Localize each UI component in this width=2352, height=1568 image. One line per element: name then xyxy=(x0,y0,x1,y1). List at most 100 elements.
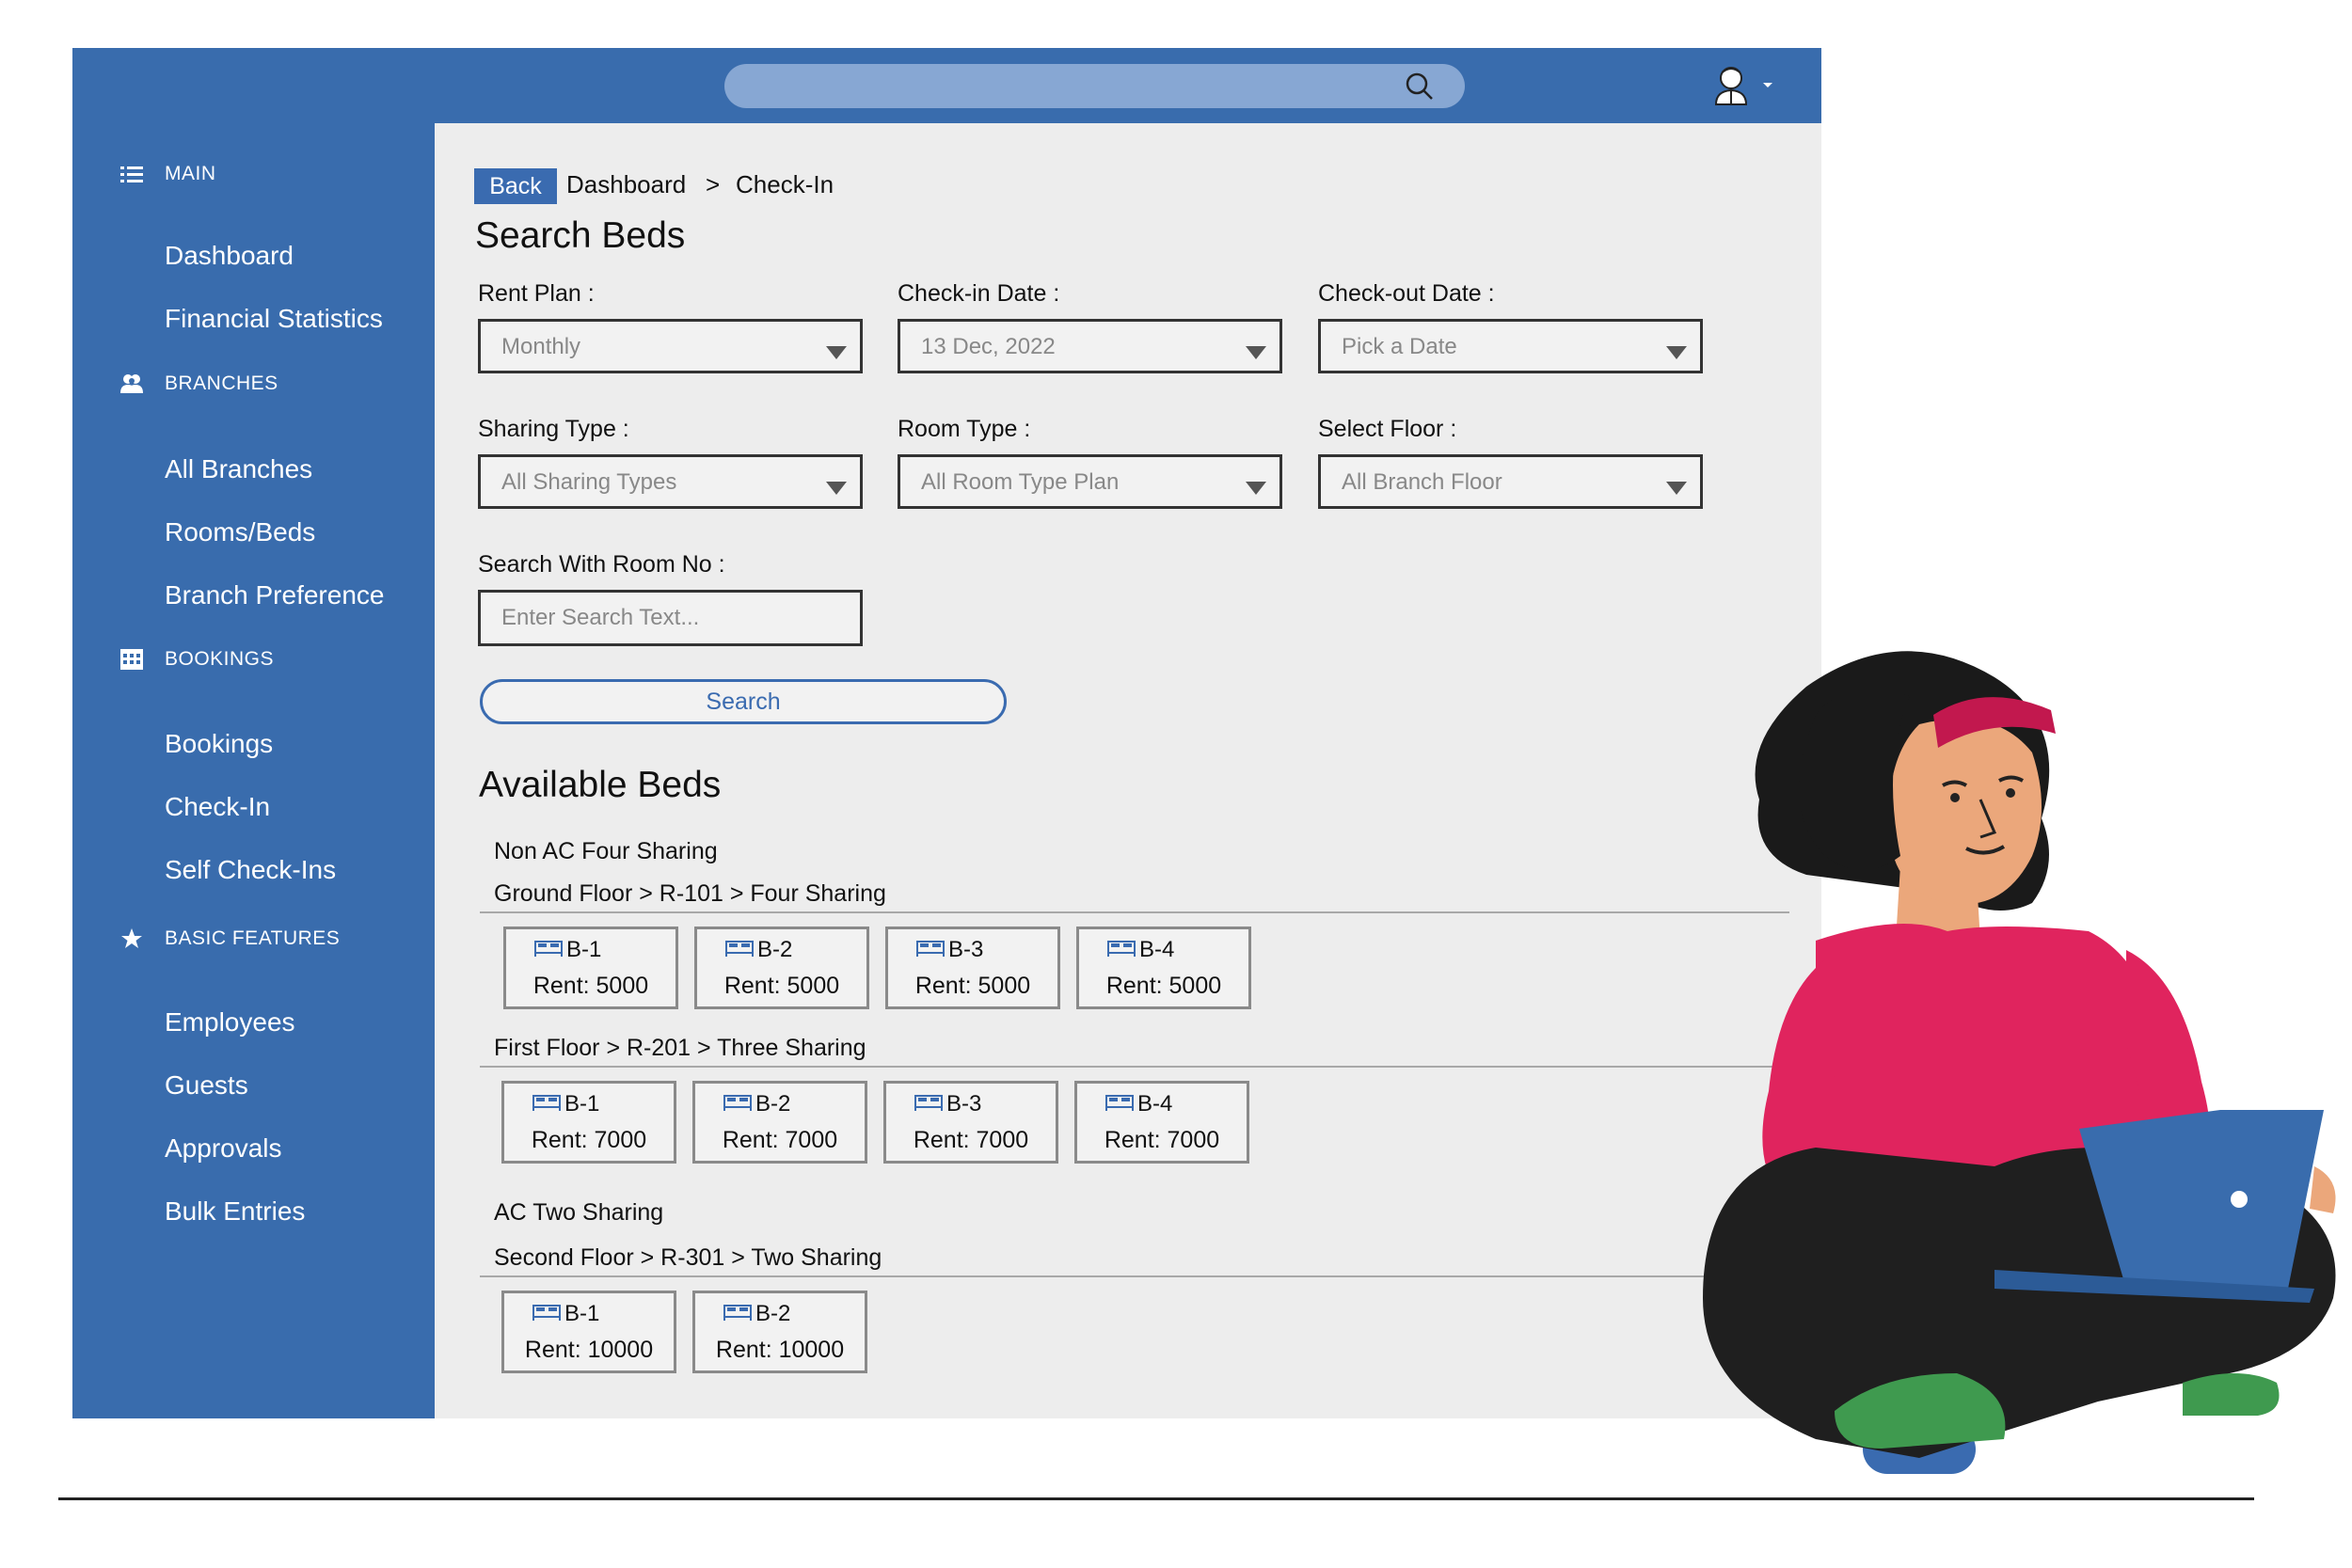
select-floor-label: Select Floor : xyxy=(1318,416,1457,442)
dropdown-arrow-icon xyxy=(1246,346,1266,359)
room-type-select[interactable]: All Room Type Plan xyxy=(898,454,1282,509)
checkout-date-select[interactable]: Pick a Date xyxy=(1318,319,1703,373)
select-floor-select[interactable]: All Branch Floor xyxy=(1318,454,1703,509)
dropdown-arrow-icon xyxy=(1666,482,1687,495)
dropdown-arrow-icon xyxy=(1246,482,1266,495)
page-title: Search Beds xyxy=(475,215,686,256)
sidebar-item-rooms-beds[interactable]: Rooms/Beds xyxy=(165,517,315,547)
sidebar-section-branches: BRANCHES xyxy=(119,372,278,396)
bed-card[interactable]: B-3 Rent: 7000 xyxy=(883,1081,1058,1164)
bed-card[interactable]: B-3 Rent: 5000 xyxy=(885,927,1060,1009)
sidebar-section-title: BOOKINGS xyxy=(165,648,275,670)
bed-name: B-1 xyxy=(564,1301,600,1326)
sidebar-item-self-check-ins[interactable]: Self Check-Ins xyxy=(165,855,336,885)
bed-card[interactable]: B-2 Rent: 7000 xyxy=(692,1081,867,1164)
sidebar-item-branch-preference[interactable]: Branch Preference xyxy=(165,580,384,610)
sidebar-section-main: MAIN xyxy=(119,162,216,186)
checkin-date-label: Check-in Date : xyxy=(898,280,1060,307)
available-beds-title: Available Beds xyxy=(479,765,722,805)
bed-name: B-2 xyxy=(757,937,793,962)
bed-card[interactable]: B-1 Rent: 5000 xyxy=(503,927,678,1009)
bed-rent: Rent: 7000 xyxy=(1104,1127,1220,1153)
sidebar-item-approvals[interactable]: Approvals xyxy=(165,1133,282,1164)
checkin-date-value: 13 Dec, 2022 xyxy=(921,334,1056,359)
bed-rent: Rent: 7000 xyxy=(913,1127,1029,1153)
sidebar-item-all-branches[interactable]: All Branches xyxy=(165,454,312,484)
rent-plan-label: Rent Plan : xyxy=(478,280,595,307)
bed-icon xyxy=(1105,1091,1134,1117)
sidebar-item-guests[interactable]: Guests xyxy=(165,1070,248,1101)
bed-card[interactable]: B-4 Rent: 7000 xyxy=(1074,1081,1249,1164)
dropdown-arrow-icon xyxy=(826,482,847,495)
sidebar-section-title: BRANCHES xyxy=(165,372,278,394)
top-bar xyxy=(72,48,1821,123)
room-type-label: Room Type : xyxy=(898,416,1031,442)
bed-icon xyxy=(1107,937,1136,963)
star-icon xyxy=(119,927,144,951)
bed-rent: Rent: 5000 xyxy=(1105,973,1222,999)
bed-name: B-2 xyxy=(755,1301,791,1326)
breadcrumb-separator: > xyxy=(706,170,721,198)
checkin-date-select[interactable]: 13 Dec, 2022 xyxy=(898,319,1282,373)
room-type-value: All Room Type Plan xyxy=(921,469,1120,495)
breadcrumb-current: Check-In xyxy=(736,170,834,198)
calendar-grid-icon xyxy=(119,647,144,672)
sidebar-item-employees[interactable]: Employees xyxy=(165,1007,295,1037)
sidebar-section-title: BASIC FEATURES xyxy=(165,927,341,949)
sidebar-item-financial-statistics[interactable]: Financial Statistics xyxy=(165,304,383,334)
search-icon[interactable] xyxy=(1405,71,1435,102)
checkout-date-label: Check-out Date : xyxy=(1318,280,1495,307)
bed-icon xyxy=(532,1301,561,1327)
bed-icon xyxy=(723,1091,752,1117)
rent-plan-select[interactable]: Monthly xyxy=(478,319,863,373)
global-search-bar[interactable] xyxy=(724,64,1465,108)
bed-card[interactable]: B-2 Rent: 10000 xyxy=(692,1291,867,1373)
bed-name: B-2 xyxy=(755,1091,791,1117)
sidebar-section-basic-features: BASIC FEATURES xyxy=(119,927,340,951)
sharing-type-select[interactable]: All Sharing Types xyxy=(478,454,863,509)
room-no-search-input[interactable] xyxy=(478,590,863,646)
bed-name: B-3 xyxy=(946,1091,982,1117)
bed-name: B-4 xyxy=(1139,937,1175,962)
bed-card[interactable]: B-1 Rent: 7000 xyxy=(501,1081,676,1164)
bed-rent: Rent: 7000 xyxy=(722,1127,838,1153)
sidebar-item-dashboard[interactable]: Dashboard xyxy=(165,241,294,271)
dropdown-arrow-icon xyxy=(826,346,847,359)
bed-icon xyxy=(532,1091,561,1117)
breadcrumb-dashboard[interactable]: Dashboard xyxy=(566,170,686,199)
group-label-non-ac-four-sharing: Non AC Four Sharing xyxy=(494,838,718,864)
bed-icon xyxy=(916,937,945,963)
bed-card[interactable]: B-4 Rent: 5000 xyxy=(1076,927,1251,1009)
bed-rent: Rent: 10000 xyxy=(524,1337,654,1363)
room-no-label: Search With Room No : xyxy=(478,551,725,578)
sidebar-item-bulk-entries[interactable]: Bulk Entries xyxy=(165,1196,305,1227)
search-button[interactable]: Search xyxy=(480,679,1007,724)
checkout-date-value: Pick a Date xyxy=(1342,334,1457,359)
user-menu[interactable] xyxy=(1710,63,1776,108)
sharing-type-value: All Sharing Types xyxy=(501,469,677,495)
sidebar: MAIN Dashboard Financial Statistics BRAN… xyxy=(72,123,435,1418)
users-icon xyxy=(119,372,144,396)
bed-rent: Rent: 5000 xyxy=(532,973,649,999)
bed-icon xyxy=(725,937,754,963)
floor-label-second: Second Floor > R-301 > Two Sharing xyxy=(494,1244,882,1271)
list-icon xyxy=(119,162,144,186)
sidebar-item-check-in[interactable]: Check-In xyxy=(165,792,270,822)
floor-label-first: First Floor > R-201 > Three Sharing xyxy=(494,1035,866,1061)
bed-card[interactable]: B-1 Rent: 10000 xyxy=(501,1291,676,1373)
bed-name: B-3 xyxy=(948,937,984,962)
back-button[interactable]: Back xyxy=(474,168,557,204)
bed-card[interactable]: B-2 Rent: 5000 xyxy=(694,927,869,1009)
group-label-ac-two-sharing: AC Two Sharing xyxy=(494,1199,664,1226)
floor-label-ground: Ground Floor > R-101 > Four Sharing xyxy=(494,880,886,907)
chevron-down-icon[interactable] xyxy=(1761,81,1774,90)
sidebar-section-title: MAIN xyxy=(165,163,216,184)
sidebar-section-bookings: BOOKINGS xyxy=(119,647,274,672)
bed-rent: Rent: 10000 xyxy=(715,1337,845,1363)
bed-rent: Rent: 5000 xyxy=(723,973,840,999)
bed-icon xyxy=(723,1301,752,1327)
bed-name: B-1 xyxy=(564,1091,600,1117)
woman-with-laptop-illustration xyxy=(1703,651,2336,1458)
user-avatar-icon[interactable] xyxy=(1710,63,1756,108)
sidebar-item-bookings[interactable]: Bookings xyxy=(165,729,273,759)
